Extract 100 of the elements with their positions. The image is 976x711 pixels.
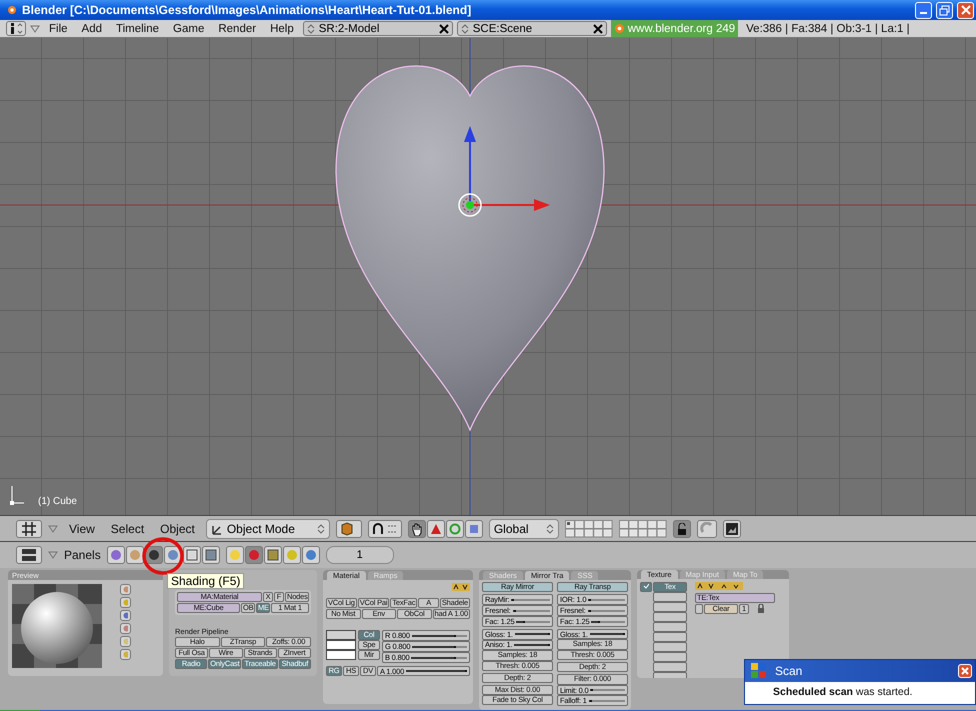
context-button[interactable] (126, 546, 144, 564)
menu-item[interactable]: Help (265, 22, 299, 34)
context-button[interactable] (202, 546, 220, 564)
notification-message: Scheduled scan was started. (772, 685, 914, 698)
close-button[interactable] (958, 664, 972, 678)
image-icon (726, 522, 738, 534)
subcontext-button[interactable] (302, 546, 320, 564)
context-button[interactable] (182, 546, 201, 564)
delete-icon[interactable] (438, 24, 449, 34)
arrows-icon[interactable] (695, 582, 743, 590)
tooltip: Shading (F5) (167, 573, 244, 589)
context-button[interactable] (106, 546, 125, 564)
empty-texture-slot[interactable] (653, 632, 687, 642)
mode-dropdown[interactable]: Object Mode (206, 518, 330, 538)
hand-icon (410, 522, 423, 536)
texture-icon (266, 549, 279, 561)
preview-type-button[interactable] (120, 636, 131, 647)
minimize-icon (920, 12, 927, 14)
updown-icon (546, 524, 554, 534)
preview-type-button[interactable] (120, 610, 131, 621)
lock-icon (676, 522, 687, 534)
preview-type-button[interactable] (120, 597, 131, 608)
lock-icon[interactable] (756, 604, 766, 613)
highlight-circle (141, 536, 185, 576)
maximize-button[interactable] (936, 2, 953, 18)
ring-icon (448, 522, 461, 534)
updown-icon (460, 24, 469, 34)
menu-item[interactable]: Game (168, 22, 210, 34)
lamp-icon (228, 549, 241, 561)
subcontext-button[interactable] (282, 546, 301, 564)
logic-icon (110, 549, 122, 561)
menu-item[interactable]: Add (76, 22, 107, 34)
lock-button[interactable] (672, 520, 691, 538)
empty-texture-slot[interactable] (653, 652, 687, 662)
menu-item[interactable]: Render (213, 22, 262, 34)
subcontext-button[interactable] (226, 546, 244, 564)
restore-icon (939, 4, 950, 16)
layer-buttons[interactable] (618, 520, 667, 538)
triangle-icon (430, 522, 442, 534)
color-swatch[interactable] (326, 640, 356, 650)
render-button[interactable] (722, 520, 741, 538)
rotate-button[interactable] (446, 520, 464, 538)
subcontext-button[interactable] (264, 546, 282, 564)
editor-type-button[interactable] (16, 520, 42, 538)
scene-icon (204, 549, 217, 561)
grid-icon (22, 522, 36, 536)
empty-texture-slot[interactable] (653, 662, 687, 672)
empty-texture-slot[interactable] (653, 642, 687, 652)
material-icon (248, 549, 260, 561)
menu-item[interactable]: Object (155, 522, 200, 536)
square-icon (468, 524, 479, 534)
minimize-button[interactable] (915, 2, 932, 18)
world-icon (304, 549, 317, 561)
shield-icon (751, 663, 767, 679)
menu-item[interactable]: File (44, 22, 73, 34)
empty-texture-slot[interactable] (653, 602, 687, 612)
collapse-icon[interactable] (48, 524, 58, 532)
layer-buttons[interactable] (564, 520, 613, 538)
texture-enable-toggle[interactable] (640, 582, 652, 592)
preview-type-button[interactable] (120, 649, 131, 660)
collapse-icon[interactable] (30, 24, 40, 32)
browse-button[interactable] (695, 604, 703, 614)
empty-texture-slot[interactable] (653, 622, 687, 632)
delete-icon[interactable] (592, 24, 603, 34)
color-swatch[interactable] (326, 650, 356, 660)
notification-title: Scan (775, 664, 804, 678)
logo-icon (614, 23, 625, 34)
editor-type-button[interactable] (16, 546, 42, 564)
radio-icon (286, 549, 298, 561)
scene-stats: Ve:386 | Fa:384 | Ob:3-1 | La:1 | (745, 22, 910, 34)
screen-selector[interactable]: SR:2-Model (302, 21, 453, 36)
manipulator-toggle[interactable] (408, 520, 426, 538)
menu-item[interactable]: Timeline (111, 22, 164, 34)
updown-icon (316, 524, 325, 534)
pivot-handle[interactable] (458, 193, 482, 217)
collapse-icon[interactable] (48, 551, 58, 559)
object-label: (1) Cube (38, 496, 77, 507)
editing-icon (186, 549, 198, 561)
scene-selector[interactable]: SCE:Scene (456, 21, 607, 36)
translate-button[interactable] (426, 520, 445, 538)
menu-item[interactable]: View (64, 522, 100, 536)
orientation-dropdown[interactable]: Global (488, 518, 559, 538)
snap-button[interactable] (696, 520, 717, 538)
menu-item[interactable]: Select (106, 522, 150, 536)
info-button[interactable] (6, 21, 26, 36)
color-swatch[interactable] (326, 630, 356, 640)
draw-type-button[interactable] (336, 520, 362, 538)
preview-type-button[interactable] (120, 623, 131, 634)
script-icon (128, 549, 141, 561)
updown-icon (306, 24, 315, 34)
empty-texture-slot[interactable] (653, 592, 687, 602)
empty-texture-slot[interactable] (653, 612, 687, 622)
pivot-button[interactable] (368, 520, 402, 538)
preview-type-button[interactable] (120, 584, 131, 595)
scale-button[interactable] (464, 520, 483, 538)
close-button[interactable] (957, 2, 974, 18)
subcontext-button[interactable] (244, 546, 263, 564)
axis-gizmo (10, 486, 24, 505)
arrows-icon[interactable] (452, 583, 470, 591)
frame-field[interactable]: 1 (326, 546, 394, 564)
